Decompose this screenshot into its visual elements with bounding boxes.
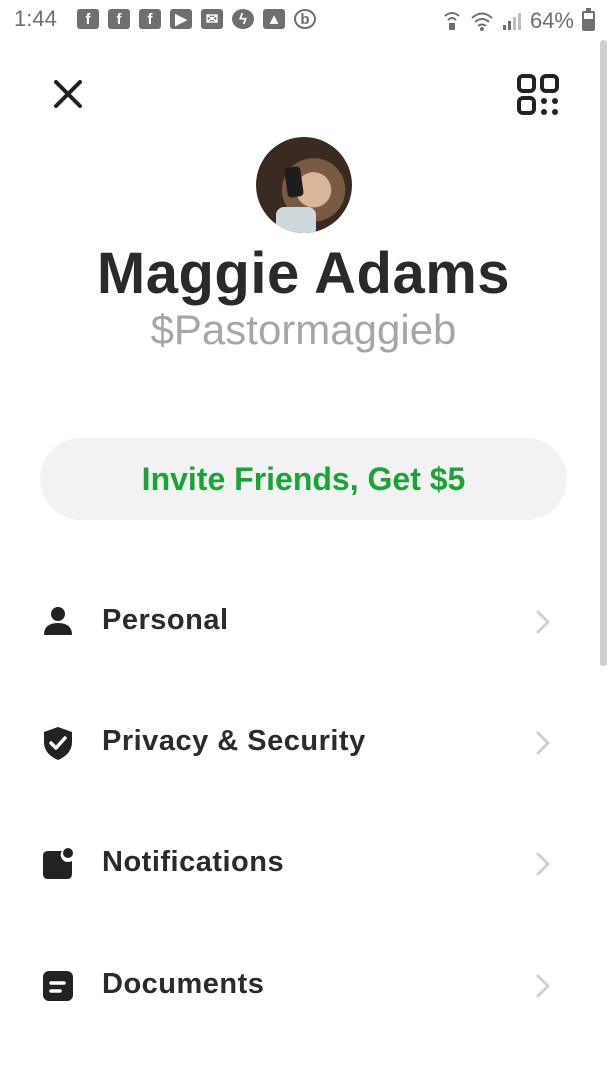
battery-icon [582,8,595,31]
messenger-icon: ϟ [232,9,254,29]
facebook-icon: f [77,9,99,29]
wifi-icon [471,12,493,31]
invite-friends-label: Invite Friends, Get $5 [141,460,466,497]
close-icon[interactable] [50,76,86,112]
menu-item-label: Documents [102,968,265,1000]
b-app-icon: b [294,9,316,29]
qr-code-icon[interactable] [516,73,562,117]
person-icon [44,607,72,635]
avatar-shirt [276,207,316,233]
signal-icon [502,13,521,30]
invite-friends-button[interactable]: Invite Friends, Get $5 [40,438,567,520]
gallery-icon: ▲ [263,9,285,29]
notification-icons: f f f ▶ ✉ ϟ ▲ b [77,9,316,29]
profile-name: Maggie Adams [96,241,511,306]
menu-item-label: Notifications [102,846,285,878]
menu-item-personal[interactable]: Personal [0,582,607,662]
chevron-right-icon [536,610,550,634]
avatar[interactable] [256,137,352,233]
menu-item-label: Privacy & Security [102,725,366,757]
notification-badge-icon [43,848,73,879]
nfc-icon [444,12,460,30]
document-icon [43,971,73,1001]
menu-item-label: Personal [102,604,229,636]
mail-icon: ✉ [201,9,223,29]
chevron-right-icon [536,974,550,998]
menu-item-notifications[interactable]: Notifications [0,824,607,904]
avatar-glasses [283,166,305,198]
system-icons: 64% [442,8,595,34]
shield-check-icon [44,727,72,760]
battery-percent: 64% [529,8,574,33]
profile-cashtag: $Pastormaggieb [150,306,457,353]
chevron-right-icon [536,731,550,755]
menu-item-documents[interactable]: Documents [0,946,607,1026]
youtube-icon: ▶ [170,9,192,29]
status-time: 1:44 [14,6,57,31]
menu-item-privacy-security[interactable]: Privacy & Security [0,703,607,783]
status-bar: 1:44 f f f ▶ ✉ ϟ ▲ b 64% [0,0,607,40]
facebook-icon: f [139,9,161,29]
facebook-icon: f [108,9,130,29]
chevron-right-icon [536,852,550,876]
